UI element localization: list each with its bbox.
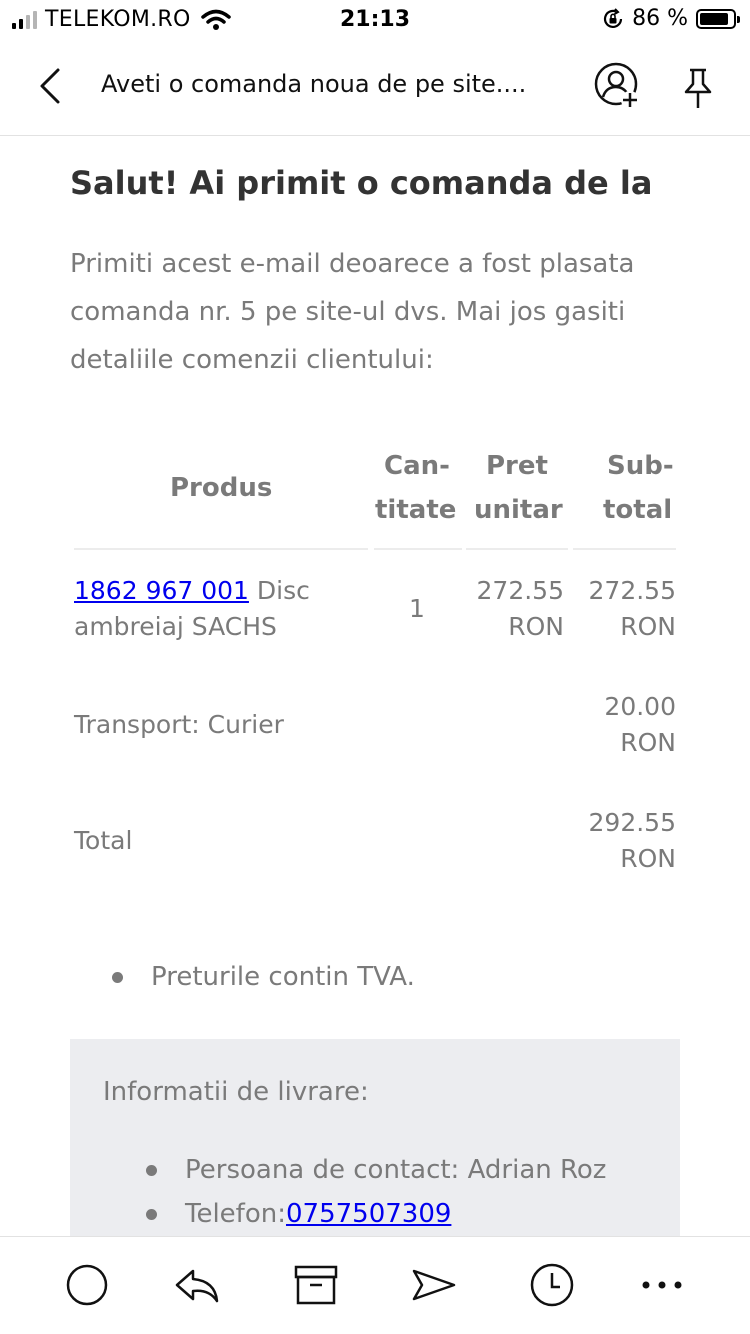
bullet-icon [146,1164,157,1176]
bottom-toolbar [0,1236,750,1334]
product-code-link[interactable]: 1862 967 001 [74,576,249,605]
header-quantity-1: Can- [384,451,450,481]
bullet-icon [112,971,123,983]
header-subtotal-2: total [603,495,673,525]
phone-link[interactable]: 0757507309 [286,1199,451,1229]
total-amount: 292.55 RON [574,805,676,877]
circle-icon[interactable] [63,1261,111,1309]
delivery-info-box: Informatii de livrare: Persoana de conta… [70,1039,680,1239]
status-right: 86 % [602,6,740,31]
mail-header: Aveti o comanda noua de pe site.... [0,40,750,136]
total-value: 292.55 [588,808,676,837]
screen: TELEKOM.RO 21:13 86 % Aveti o comanda no… [0,0,750,1334]
email-intro: Primiti acest e-mail deoarece a fost pla… [70,249,635,375]
product-name-1: Disc [256,576,310,605]
status-bar: TELEKOM.RO 21:13 86 % [0,0,750,40]
item-unit-price: 272.55 RON [462,573,564,645]
product-name-2: ambreiaj SACHS [74,612,277,641]
unit-price-value: 272.55 [476,576,564,605]
delivery-title: Informatii de livrare: [103,1077,369,1107]
list-item: Telefon: 0757507309 [146,1199,451,1229]
table-divider [573,548,676,550]
list-item: Preturile contin TVA. [112,962,415,992]
item-product: 1862 967 001 Disc ambreiaj SACHS [74,573,374,645]
rotation-lock-icon [604,7,623,28]
total-label: Total [74,826,133,855]
header-subtotal-1: Sub- [607,451,674,481]
battery-percent: 86 % [632,6,688,31]
unit-price-currency: RON [508,612,564,641]
table-divider [466,548,568,550]
table-divider [74,548,368,550]
item-subtotal: 272.55 RON [574,573,676,645]
archive-icon[interactable] [292,1261,340,1309]
shipping-currency: RON [620,728,676,757]
table-divider [374,548,462,550]
list-item: Persoana de contact: Adrian Roz [146,1155,606,1185]
vat-note: Preturile contin TVA. [151,962,415,992]
shipping-amount: 20.00 RON [574,689,676,761]
phone-label: Telefon: [185,1199,286,1229]
email-greeting: Salut! Ai primit o comanda de la [70,164,653,202]
item-quantity: 1 [409,594,425,623]
contact-person: Persoana de contact: Adrian Roz [185,1155,607,1185]
header-unit-price-1: Pret [486,451,548,481]
email-subject: Aveti o comanda noua de pe site.... [101,70,527,98]
header-unit-price-2: unitar [474,495,563,525]
pin-icon[interactable] [678,66,718,110]
battery-icon [696,8,740,29]
add-contact-icon[interactable] [592,62,644,112]
bullet-icon [146,1208,157,1220]
subtotal-value: 272.55 [588,576,676,605]
subtotal-currency: RON [620,612,676,641]
notes-list: Preturile contin TVA. [112,962,415,992]
header-product: Produs [170,473,273,503]
forward-icon[interactable] [410,1261,458,1309]
clock-icon[interactable] [528,1261,576,1309]
reply-icon[interactable] [173,1261,221,1309]
shipping-value: 20.00 [604,692,676,721]
shipping-label: Transport: Curier [74,710,284,739]
header-quantity-2: titate [375,495,457,525]
more-icon[interactable] [638,1261,686,1309]
back-chevron-icon[interactable] [34,64,70,108]
total-currency: RON [620,844,676,873]
